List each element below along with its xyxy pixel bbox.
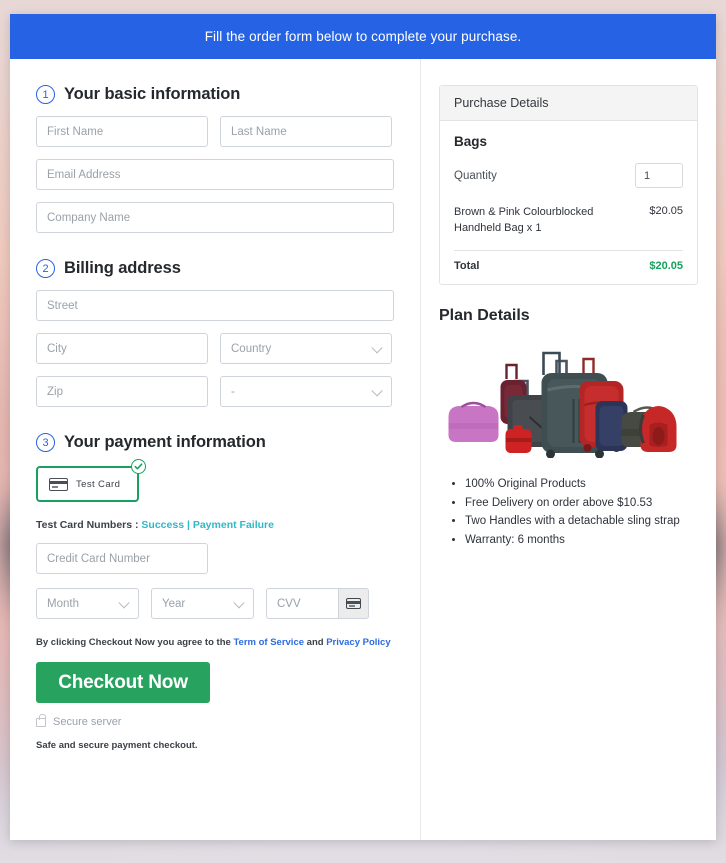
purchase-summary-column: Purchase Details Bags Quantity 1 Brown &… bbox=[421, 59, 716, 840]
expiry-cvv-row: Month Year CVV bbox=[36, 588, 394, 619]
term-of-service-link[interactable]: Term of Service bbox=[233, 637, 304, 648]
company-row: Company Name bbox=[36, 202, 394, 233]
terms-and: and bbox=[306, 637, 324, 648]
checkout-now-button[interactable]: Checkout Now bbox=[36, 662, 210, 703]
quantity-row: Quantity 1 bbox=[454, 163, 683, 188]
plan-features-list: 100% Original Products Free Delivery on … bbox=[439, 475, 698, 550]
page-banner: Fill the order form below to complete yo… bbox=[10, 14, 716, 59]
email-input[interactable]: Email Address bbox=[36, 159, 394, 190]
state-select[interactable]: - bbox=[220, 376, 392, 407]
zip-input[interactable]: Zip bbox=[36, 376, 208, 407]
plan-details-title: Plan Details bbox=[439, 306, 530, 324]
check-circle-icon bbox=[131, 459, 146, 474]
expiry-month-value: Month bbox=[47, 597, 79, 610]
first-name-input[interactable]: First Name bbox=[36, 116, 208, 147]
card-number-row: Credit Card Number bbox=[36, 543, 394, 574]
expiry-year-value: Year bbox=[162, 597, 186, 610]
order-form-column: 1 Your basic information First Name Last… bbox=[10, 59, 421, 840]
banner-text: Fill the order form below to complete yo… bbox=[204, 29, 522, 44]
secure-server-row: Secure server bbox=[36, 713, 394, 728]
luggage-set-image bbox=[448, 351, 677, 459]
section-header-basic-information: 1 Your basic information bbox=[36, 85, 394, 104]
purchase-details-body: Bags Quantity 1 Brown & Pink Colourblock… bbox=[440, 121, 697, 284]
credit-card-icon bbox=[346, 598, 361, 609]
step-number-1: 1 bbox=[36, 85, 55, 104]
checkout-body: 1 Your basic information First Name Last… bbox=[10, 59, 716, 840]
chevron-down-icon bbox=[233, 596, 245, 608]
section-header-billing-address: 2 Billing address bbox=[36, 259, 394, 278]
test-card-numbers-row: Test Card Numbers : Success | Payment Fa… bbox=[36, 519, 394, 531]
line-item-name: Brown & Pink Colourblocked Handheld Bag … bbox=[454, 206, 594, 234]
test-card-option-wrapper: Test Card bbox=[36, 459, 146, 502]
last-name-input[interactable]: Last Name bbox=[220, 116, 392, 147]
section-header-payment-information: 3 Your payment information bbox=[36, 433, 394, 452]
link-separator: | bbox=[186, 519, 190, 531]
company-name-input[interactable]: Company Name bbox=[36, 202, 394, 233]
city-input[interactable]: City bbox=[36, 333, 208, 364]
expiry-year-select[interactable]: Year bbox=[151, 588, 254, 619]
quantity-input[interactable]: 1 bbox=[635, 163, 683, 188]
section-title-payment-information: Your payment information bbox=[64, 433, 266, 451]
street-row: Street bbox=[36, 290, 394, 321]
country-select[interactable]: Country bbox=[220, 333, 392, 364]
line-item-row: Brown & Pink Colourblocked Handheld Bag … bbox=[454, 205, 683, 237]
plan-feature-item: 100% Original Products bbox=[465, 475, 698, 494]
quantity-label: Quantity bbox=[454, 169, 497, 182]
plan-feature-item: Free Delivery on order above $10.53 bbox=[465, 494, 698, 513]
chevron-down-icon bbox=[371, 384, 383, 396]
purchase-details-header: Purchase Details bbox=[440, 86, 697, 121]
street-input[interactable]: Street bbox=[36, 290, 394, 321]
credit-card-number-input[interactable]: Credit Card Number bbox=[36, 543, 208, 574]
test-card-option[interactable]: Test Card bbox=[36, 466, 139, 502]
city-country-row: City Country bbox=[36, 333, 394, 364]
chevron-down-icon bbox=[118, 596, 130, 608]
safe-checkout-note: Safe and secure payment checkout. bbox=[36, 740, 198, 751]
step-number-3: 3 bbox=[36, 433, 55, 452]
section-title-basic-information: Your basic information bbox=[64, 85, 241, 103]
plan-feature-item: Two Handles with a detachable sling stra… bbox=[465, 512, 698, 531]
cvv-help-button[interactable] bbox=[338, 588, 369, 619]
country-select-value: Country bbox=[231, 342, 272, 355]
summary-divider bbox=[454, 249, 683, 251]
lock-icon bbox=[36, 713, 46, 727]
name-row: First Name Last Name bbox=[36, 116, 394, 147]
total-row: Total $20.05 bbox=[454, 260, 683, 272]
cvv-group: CVV bbox=[266, 588, 369, 619]
total-value: $20.05 bbox=[649, 259, 683, 272]
line-item-price: $20.05 bbox=[649, 205, 683, 217]
test-card-label: Test Card bbox=[76, 478, 121, 490]
plan-feature-item: Warranty: 6 months bbox=[465, 531, 698, 550]
total-label: Total bbox=[454, 259, 480, 272]
chevron-down-icon bbox=[371, 341, 383, 353]
credit-card-icon bbox=[49, 477, 68, 491]
secure-server-label: Secure server bbox=[53, 716, 122, 728]
cvv-input[interactable]: CVV bbox=[266, 588, 338, 619]
purchase-details-box: Purchase Details Bags Quantity 1 Brown &… bbox=[439, 85, 698, 285]
test-card-numbers-label: Test Card Numbers : bbox=[36, 519, 139, 531]
product-group-title: Bags bbox=[454, 134, 488, 149]
expiry-month-select[interactable]: Month bbox=[36, 588, 139, 619]
payment-failure-test-card-link[interactable]: Payment Failure bbox=[193, 519, 274, 531]
state-select-value: - bbox=[231, 385, 235, 398]
section-title-billing-address: Billing address bbox=[64, 259, 181, 277]
checkout-card: Fill the order form below to complete yo… bbox=[10, 14, 716, 840]
email-row: Email Address bbox=[36, 159, 394, 190]
terms-prefix: By clicking Checkout Now you agree to th… bbox=[36, 637, 231, 648]
success-test-card-link[interactable]: Success bbox=[141, 519, 184, 531]
terms-agreement-text: By clicking Checkout Now you agree to th… bbox=[36, 637, 394, 648]
privacy-policy-link[interactable]: Privacy Policy bbox=[326, 637, 390, 648]
zip-state-row: Zip - bbox=[36, 376, 394, 407]
step-number-2: 2 bbox=[36, 259, 55, 278]
